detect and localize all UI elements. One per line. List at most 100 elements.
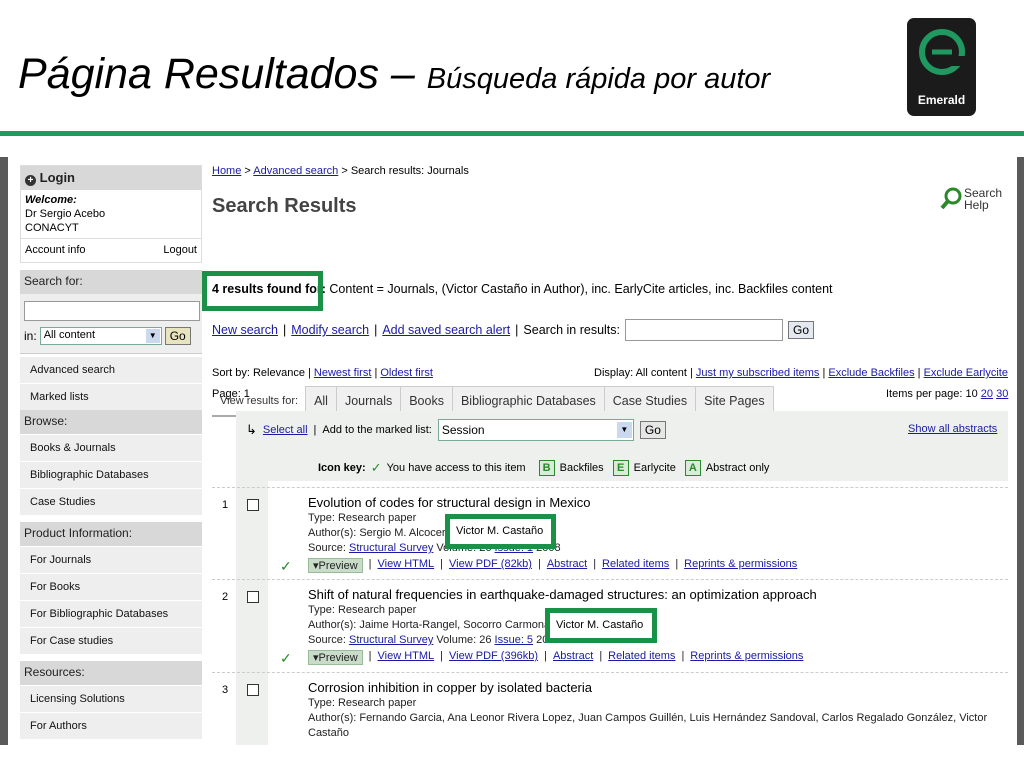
reprints-link[interactable]: Reprints & permissions	[684, 558, 797, 573]
result-source-link[interactable]: Structural Survey	[349, 634, 433, 646]
result-checkbox[interactable]	[247, 499, 259, 511]
search-in-results-go[interactable]: Go	[788, 321, 815, 339]
result-authors-text: Author(s): Jaime Horta-Rangel, Socorro C…	[308, 619, 554, 631]
slide-title: Página Resultados – Búsqueda rápida por …	[18, 50, 770, 99]
results-query: Content = Journals, (Victor Castaño in A…	[329, 282, 833, 296]
icon-key-label: Icon key:	[318, 462, 366, 474]
add-marked-go[interactable]: Go	[639, 421, 666, 439]
screenshot-left-edge	[0, 157, 8, 745]
earlycite-icon: E	[612, 460, 629, 476]
highlight-box-results	[202, 271, 323, 311]
backfiles-key-text: Backfiles	[559, 462, 604, 474]
access-check-icon: ✓	[280, 650, 292, 666]
add-marked-label: Add to the marked list:	[322, 424, 432, 436]
result-row: 3 Corrosion inhibition in copper by isol…	[212, 672, 1008, 745]
breadcrumb-current: > Search results: Journals	[341, 165, 469, 177]
login-box: + Login Welcome: Dr Sergio Acebo CONACYT…	[20, 165, 202, 263]
product-item-journals[interactable]: For Journals	[20, 546, 202, 573]
account-info-link[interactable]: Account info	[25, 244, 86, 256]
result-source-link[interactable]: Structural Survey	[349, 542, 433, 554]
preview-button[interactable]: ▾Preview	[308, 558, 363, 573]
abstract-link[interactable]: Abstract	[553, 650, 593, 665]
product-item-case-studies[interactable]: For Case studies	[20, 627, 202, 654]
result-row: 1 Evolution of codes for structural desi…	[212, 487, 1008, 579]
items-per-page-label: Items per page: 10	[886, 388, 978, 400]
checkmark-icon: ✓	[370, 460, 382, 475]
result-title[interactable]: Shift of natural frequencies in earthqua…	[308, 587, 817, 602]
session-select[interactable]: Session ▼	[437, 419, 634, 441]
view-pdf-link[interactable]: View PDF (396kb)	[449, 650, 538, 665]
sidebar-go-button[interactable]: Go	[164, 327, 191, 345]
chevron-down-icon: ▼	[145, 329, 160, 343]
session-select-value: Session	[441, 423, 485, 437]
sort-row: Sort by: Relevance | Newest first | Olde…	[212, 367, 433, 379]
browse-item-books-journals[interactable]: Books & Journals	[20, 434, 202, 461]
view-pdf-link[interactable]: View PDF (82kb)	[449, 558, 532, 573]
exclude-backfiles-link[interactable]: Exclude Backfiles	[828, 367, 914, 379]
breadcrumb: Home > Advanced search > Search results:…	[212, 165, 469, 177]
related-items-link[interactable]: Related items	[608, 650, 675, 665]
result-issue-link[interactable]: Issue: 5	[495, 634, 534, 646]
browse-item-bibliographic-databases[interactable]: Bibliographic Databases	[20, 461, 202, 488]
advanced-search-link[interactable]: Advanced search	[20, 356, 202, 383]
result-type: Type: Research paper	[308, 512, 417, 524]
select-all-link[interactable]: Select all	[263, 424, 308, 436]
abstract-link[interactable]: Abstract	[547, 558, 587, 573]
browse-header: Browse:	[20, 410, 202, 434]
search-actions-row: New search | Modify search | Add saved sea…	[212, 319, 815, 341]
resources-item-authors[interactable]: For Authors	[20, 712, 202, 739]
product-item-books[interactable]: For Books	[20, 573, 202, 600]
view-html-link[interactable]: View HTML	[378, 558, 435, 573]
resources-header: Resources:	[20, 661, 202, 685]
chevron-down-icon: ▼	[616, 422, 632, 438]
logout-link[interactable]: Logout	[163, 244, 197, 256]
emerald-logo-text: Emerald	[917, 93, 966, 107]
login-header[interactable]: + Login	[21, 166, 201, 190]
just-subscribed-link[interactable]: Just my subscribed items	[696, 367, 819, 379]
screenshot-right-edge	[1017, 157, 1024, 745]
result-type: Type: Research paper	[308, 604, 417, 616]
view-html-link[interactable]: View HTML	[378, 650, 435, 665]
reprints-link[interactable]: Reprints & permissions	[690, 650, 803, 665]
add-alert-link[interactable]: Add saved search alert	[382, 323, 510, 337]
display-label: Display: All content	[594, 367, 687, 379]
product-item-bibliographic-databases[interactable]: For Bibliographic Databases	[20, 600, 202, 627]
result-type: Type: Research paper	[308, 697, 417, 709]
search-in-results-label: Search in results:	[523, 323, 620, 337]
new-search-link[interactable]: New search	[212, 323, 278, 337]
search-for-header: Search for:	[20, 270, 202, 294]
breadcrumb-advanced-search[interactable]: Advanced search	[253, 165, 338, 177]
corner-arrow-icon: ↳	[246, 422, 257, 437]
oldest-first-link[interactable]: Oldest first	[380, 367, 433, 379]
result-title[interactable]: Evolution of codes for structural design…	[308, 495, 591, 510]
search-in-results-input[interactable]	[625, 319, 783, 341]
ipp-30-link[interactable]: 30	[996, 388, 1008, 400]
product-info-header: Product Information:	[20, 522, 202, 546]
sidebar-search-input[interactable]	[24, 301, 200, 321]
show-all-abstracts-link[interactable]: Show all abstracts	[908, 423, 997, 435]
result-title[interactable]: Corrosion inhibition in copper by isolat…	[308, 680, 592, 695]
emerald-logo-icon	[919, 29, 966, 75]
browse-item-case-studies[interactable]: Case Studies	[20, 488, 202, 515]
resources-item-licensing[interactable]: Licensing Solutions	[20, 685, 202, 712]
access-key-text: You have access to this item	[386, 462, 526, 474]
preview-button[interactable]: ▾Preview	[308, 650, 363, 665]
backfiles-icon: B	[538, 460, 555, 476]
result-checkbox[interactable]	[247, 684, 259, 696]
search-help-button[interactable]: Search Help	[940, 187, 1004, 211]
result-source: Source: Structural Survey Volume: 26 Iss…	[308, 634, 561, 646]
search-help-icon	[940, 187, 962, 210]
user-org: CONACYT	[25, 222, 79, 234]
items-per-page: Items per page: 10 20 30	[886, 388, 1008, 400]
ipp-20-link[interactable]: 20	[981, 388, 993, 400]
modify-search-link[interactable]: Modify search	[291, 323, 369, 337]
breadcrumb-home[interactable]: Home	[212, 165, 241, 177]
related-items-link[interactable]: Related items	[602, 558, 669, 573]
welcome-label: Welcome:	[25, 194, 77, 206]
result-volume: Volume: 26	[436, 634, 492, 646]
marked-lists-link[interactable]: Marked lists	[20, 383, 202, 410]
result-checkbox[interactable]	[247, 591, 259, 603]
newest-first-link[interactable]: Newest first	[314, 367, 371, 379]
content-select[interactable]: All content ▼	[39, 327, 162, 345]
exclude-earlycite-link[interactable]: Exclude Earlycite	[924, 367, 1008, 379]
